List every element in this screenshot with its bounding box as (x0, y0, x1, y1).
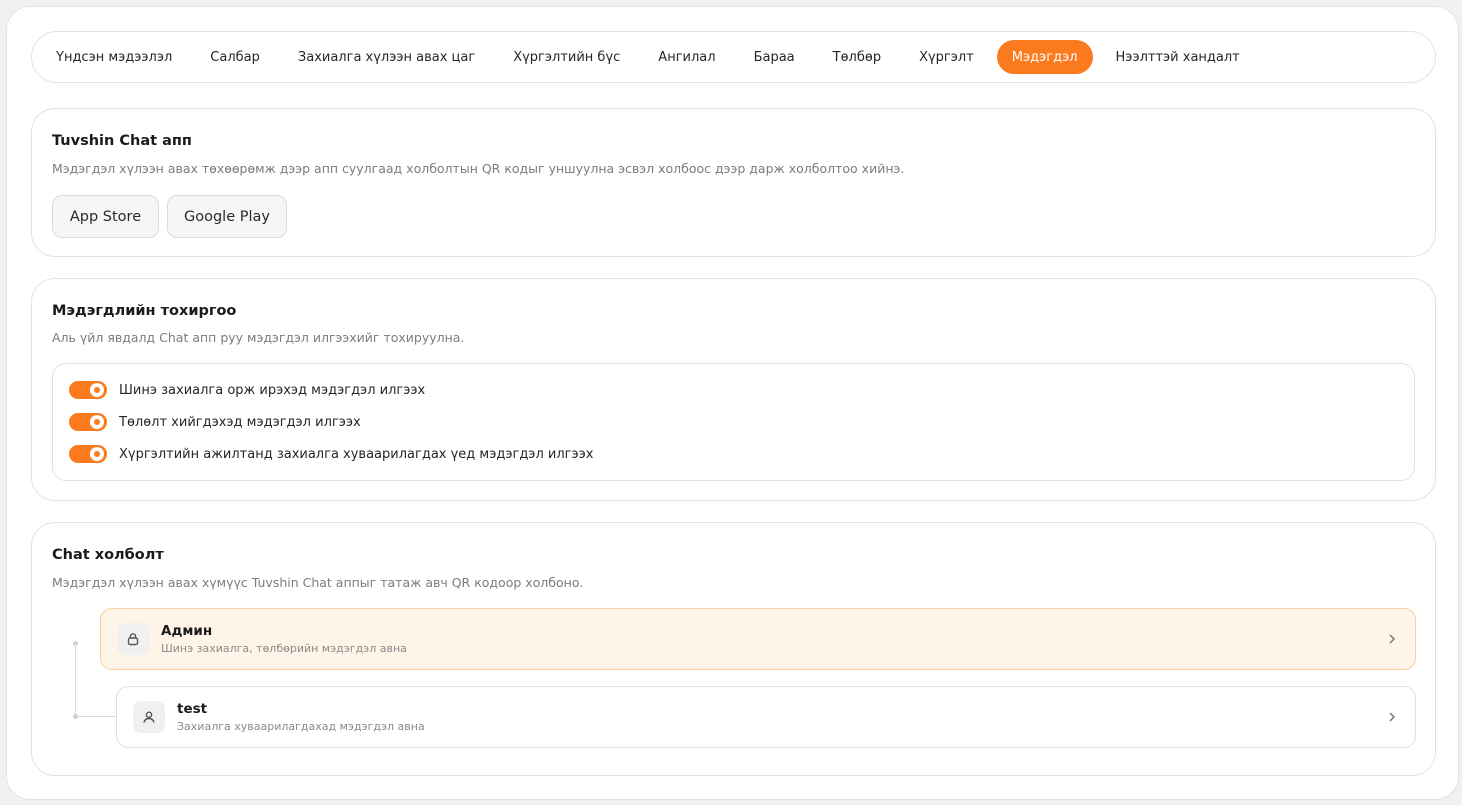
chat-card-description: Мэдэгдэл хүлээн авах хүмүүс Tuvshin Chat… (52, 575, 584, 590)
tab-basic-info[interactable]: Үндсэн мэдээлэл (41, 40, 187, 74)
toggle-switch-courier-assign[interactable] (69, 445, 107, 463)
toggle-row-courier-assign: Хүргэлтийн ажилтанд захиалга хуваарилагд… (69, 444, 593, 464)
member-subtitle: Шинэ захиалга, төлбөрийн мэдэгдэл авна (161, 642, 407, 655)
tab-order-hours[interactable]: Захиалга хүлээн авах цаг (283, 40, 490, 74)
tab-delivery-zone[interactable]: Хүргэлтийн бүс (498, 40, 635, 74)
toggle-list: Шинэ захиалга орж ирэхэд мэдэгдэл илгээх… (52, 363, 1415, 481)
chat-card-title: Chat холболт (52, 547, 164, 563)
tab-delivery[interactable]: Хүргэлт (904, 40, 989, 74)
app-card: Tuvshin Chat апп Мэдэгдэл хүлээн авах тө… (31, 108, 1436, 257)
member-subtitle: Захиалга хуваарилагдахад мэдэгдэл авна (177, 720, 425, 733)
chevron-right-icon (1389, 634, 1396, 644)
toggle-label: Хүргэлтийн ажилтанд захиалга хуваарилагд… (119, 446, 594, 462)
app-store-button[interactable]: App Store (52, 195, 159, 238)
toggle-row-new-order: Шинэ захиалга орж ирэхэд мэдэгдэл илгээх (69, 380, 425, 400)
toggle-switch-payment[interactable] (69, 413, 107, 431)
tree-connector (75, 643, 76, 717)
google-play-button[interactable]: Google Play (167, 195, 287, 238)
user-icon (133, 701, 165, 733)
member-row-test[interactable]: test Захиалга хуваарилагдахад мэдэгдэл а… (116, 686, 1416, 748)
tab-notifications[interactable]: Мэдэгдэл (996, 40, 1093, 74)
toggle-label: Шинэ захиалга орж ирэхэд мэдэгдэл илгээх (119, 382, 426, 398)
tab-products[interactable]: Бараа (739, 40, 810, 74)
tab-category[interactable]: Ангилал (643, 40, 730, 74)
member-name: test (177, 701, 208, 717)
toggle-switch-new-order[interactable] (69, 381, 107, 399)
member-row-admin[interactable]: Админ Шинэ захиалга, төлбөрийн мэдэгдэл … (100, 608, 1416, 670)
toggle-row-payment: Төлөлт хийгдэхэд мэдэгдэл илгээх (69, 412, 361, 432)
notification-settings-card: Мэдэгдлийн тохиргоо Аль үйл явдалд Chat … (31, 278, 1436, 501)
chevron-right-icon (1389, 712, 1396, 722)
tab-branch[interactable]: Салбар (195, 40, 275, 74)
tree-connector (75, 716, 117, 717)
settings-page: Үндсэн мэдээлэл Салбар Захиалга хүлээн а… (6, 6, 1459, 800)
tab-bar: Үндсэн мэдээлэл Салбар Захиалга хүлээн а… (31, 31, 1436, 83)
toggle-label: Төлөлт хийгдэхэд мэдэгдэл илгээх (119, 414, 361, 430)
lock-icon (117, 623, 149, 655)
tab-payment[interactable]: Төлбөр (818, 40, 896, 74)
chat-connection-card: Chat холболт Мэдэгдэл хүлээн авах хүмүүс… (31, 522, 1436, 776)
tab-public-access[interactable]: Нээлттэй хандалт (1101, 40, 1255, 74)
settings-card-title: Мэдэгдлийн тохиргоо (52, 303, 237, 319)
member-name: Админ (161, 623, 213, 639)
app-card-description: Мэдэгдэл хүлээн авах төхөөрөмж дээр апп … (52, 161, 905, 176)
settings-card-description: Аль үйл явдалд Chat апп руу мэдэгдэл илг… (52, 330, 465, 345)
app-card-title: Tuvshin Chat апп (52, 133, 192, 149)
